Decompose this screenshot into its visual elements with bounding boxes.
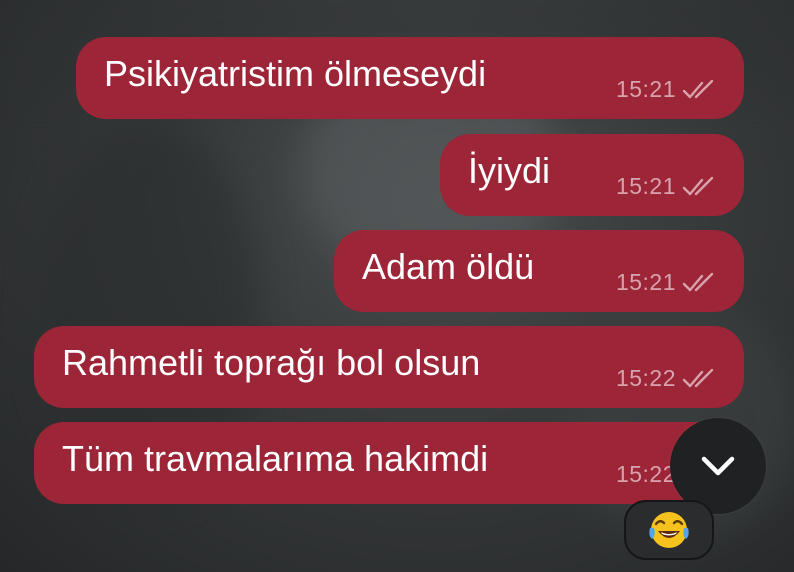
message-text: Adam öldü — [362, 246, 535, 287]
double-check-icon — [682, 272, 714, 291]
message-time: 15:22 — [615, 461, 676, 487]
message-bubble[interactable]: İyiydi 15:21 — [440, 134, 744, 216]
chevron-down-icon — [701, 456, 735, 476]
message-bubble[interactable]: Psikiyatristim ölmeseydi 15:21 — [76, 37, 744, 119]
tears-of-joy-emoji-icon — [649, 512, 689, 548]
message-bubble[interactable]: Tüm travmalarıma hakimdi 15:22 — [34, 422, 744, 504]
message-meta: 15:21 — [616, 269, 718, 296]
message-meta: 15:21 — [616, 76, 718, 103]
double-check-icon — [682, 368, 714, 387]
message-time: 15:21 — [615, 173, 676, 199]
message-time: 15:21 — [615, 76, 676, 102]
message-meta: 15:21 — [616, 173, 718, 200]
message-time: 15:22 — [615, 365, 676, 391]
message-text: Tüm travmalarıma hakimdi — [62, 438, 489, 479]
double-check-icon — [682, 79, 714, 98]
message-time: 15:21 — [615, 269, 676, 295]
message-text: Rahmetli toprağı bol olsun — [62, 342, 481, 383]
message-meta: 15:22 — [616, 365, 718, 392]
message-bubble[interactable]: Adam öldü 15:21 — [334, 230, 744, 312]
message-text: Psikiyatristim ölmeseydi — [104, 53, 487, 94]
message-reaction[interactable] — [624, 500, 714, 560]
message-text: İyiydi — [468, 150, 551, 191]
double-check-icon — [682, 176, 714, 195]
message-bubble[interactable]: Rahmetli toprağı bol olsun 15:22 — [34, 326, 744, 408]
